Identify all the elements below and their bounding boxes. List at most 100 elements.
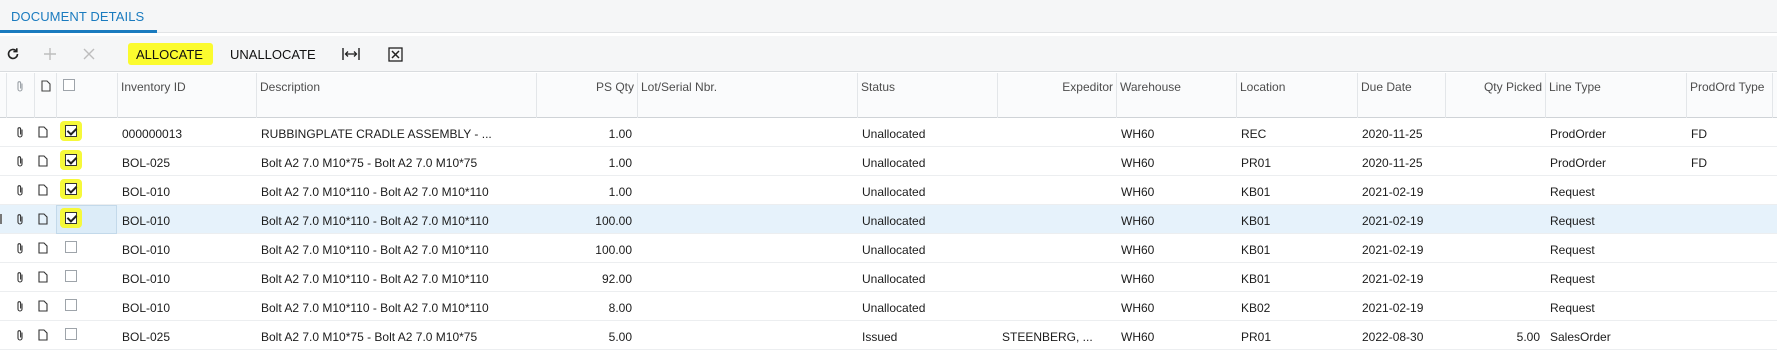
row-checkbox[interactable] bbox=[65, 125, 77, 137]
header-select-all[interactable] bbox=[56, 73, 117, 118]
row-select-cell[interactable] bbox=[60, 150, 82, 170]
cell-prodord-type[interactable] bbox=[1686, 263, 1772, 292]
cell-ps-qty[interactable]: 8.00 bbox=[536, 292, 637, 321]
table-row[interactable]: BOL-025 Bolt A2 7.0 M10*75 - Bolt A2 7.0 … bbox=[0, 321, 1777, 350]
note-icon[interactable] bbox=[36, 328, 50, 342]
row-checkbox[interactable] bbox=[65, 154, 77, 166]
paperclip-icon[interactable] bbox=[13, 299, 27, 313]
cell-location[interactable]: REC bbox=[1236, 118, 1357, 147]
tab-document-details[interactable]: DOCUMENT DETAILS bbox=[0, 0, 157, 33]
cell-status[interactable]: Unallocated bbox=[857, 176, 997, 205]
cell-description[interactable]: Bolt A2 7.0 M10*110 - Bolt A2 7.0 M10*11… bbox=[256, 205, 536, 234]
cell-lot-serial[interactable] bbox=[637, 176, 857, 205]
cell-description[interactable]: Bolt A2 7.0 M10*110 - Bolt A2 7.0 M10*11… bbox=[256, 292, 536, 321]
cell-ps-qty[interactable]: 1.00 bbox=[536, 176, 637, 205]
cell-prodord-type[interactable] bbox=[1686, 176, 1772, 205]
cell-inventory-id[interactable]: BOL-010 bbox=[117, 176, 256, 205]
paperclip-icon[interactable] bbox=[13, 154, 27, 168]
excel-export-icon[interactable] bbox=[385, 44, 405, 64]
cell-prodord-type[interactable] bbox=[1686, 205, 1772, 234]
cell-qty-picked[interactable] bbox=[1445, 205, 1545, 234]
note-icon[interactable] bbox=[36, 154, 50, 168]
cell-qty-picked[interactable] bbox=[1445, 263, 1545, 292]
cell-status[interactable]: Unallocated bbox=[857, 147, 997, 176]
cell-status[interactable]: Unallocated bbox=[857, 292, 997, 321]
cell-expeditor[interactable] bbox=[997, 147, 1116, 176]
header-prodord-type[interactable]: ProdOrd Type bbox=[1686, 73, 1772, 118]
cell-status[interactable]: Unallocated bbox=[857, 118, 997, 147]
cell-location[interactable]: PR01 bbox=[1236, 147, 1357, 176]
unallocate-button[interactable]: UNALLOCATE bbox=[222, 43, 324, 65]
header-expeditor[interactable]: Expeditor bbox=[997, 73, 1116, 118]
row-select-cell[interactable] bbox=[60, 179, 82, 199]
cell-ps-qty[interactable]: 1.00 bbox=[536, 147, 637, 176]
cell-description[interactable]: Bolt A2 7.0 M10*75 - Bolt A2 7.0 M10*75 bbox=[256, 321, 536, 350]
cell-inventory-id[interactable]: BOL-010 bbox=[117, 263, 256, 292]
row-checkbox[interactable] bbox=[65, 183, 77, 195]
header-lot-serial[interactable]: Lot/Serial Nbr. bbox=[637, 73, 857, 118]
cell-qty-picked[interactable] bbox=[1445, 292, 1545, 321]
cell-line-type[interactable]: Request bbox=[1545, 263, 1686, 292]
paperclip-icon[interactable] bbox=[13, 183, 27, 197]
cell-line-type[interactable]: Request bbox=[1545, 176, 1686, 205]
cell-status[interactable]: Unallocated bbox=[857, 234, 997, 263]
cell-expeditor[interactable] bbox=[997, 176, 1116, 205]
row-select-cell[interactable] bbox=[60, 295, 82, 315]
plus-icon[interactable] bbox=[40, 44, 60, 64]
cell-warehouse[interactable]: WH60 bbox=[1116, 118, 1236, 147]
row-select-cell[interactable] bbox=[60, 208, 82, 228]
cell-warehouse[interactable]: WH60 bbox=[1116, 292, 1236, 321]
header-status[interactable]: Status bbox=[857, 73, 997, 118]
cell-inventory-id[interactable]: BOL-010 bbox=[117, 205, 256, 234]
cell-ps-qty[interactable]: 100.00 bbox=[536, 205, 637, 234]
cell-location[interactable]: KB01 bbox=[1236, 205, 1357, 234]
note-icon[interactable] bbox=[36, 299, 50, 313]
note-icon[interactable] bbox=[36, 212, 50, 226]
note-icon[interactable] bbox=[36, 270, 50, 284]
cell-lot-serial[interactable] bbox=[637, 263, 857, 292]
cell-expeditor[interactable] bbox=[997, 263, 1116, 292]
cell-line-type[interactable]: SalesOrder bbox=[1545, 321, 1686, 350]
header-qty-picked[interactable]: Qty Picked bbox=[1445, 73, 1545, 118]
cell-description[interactable]: Bolt A2 7.0 M10*110 - Bolt A2 7.0 M10*11… bbox=[256, 263, 536, 292]
header-inventory-id[interactable]: Inventory ID bbox=[117, 73, 256, 118]
cell-description[interactable]: RUBBINGPLATE CRADLE ASSEMBLY - ... bbox=[256, 118, 536, 147]
row-select-cell[interactable] bbox=[60, 266, 82, 286]
table-row[interactable]: BOL-010 Bolt A2 7.0 M10*110 - Bolt A2 7.0… bbox=[0, 234, 1777, 263]
cell-ps-qty[interactable]: 92.00 bbox=[536, 263, 637, 292]
cell-due-date[interactable]: 2021-02-19 bbox=[1357, 234, 1445, 263]
cell-prodord-type[interactable] bbox=[1686, 292, 1772, 321]
cell-qty-picked[interactable] bbox=[1445, 118, 1545, 147]
table-row[interactable]: BOL-010 Bolt A2 7.0 M10*110 - Bolt A2 7.0… bbox=[0, 205, 1777, 234]
cell-warehouse[interactable]: WH60 bbox=[1116, 147, 1236, 176]
row-checkbox[interactable] bbox=[65, 241, 77, 253]
header-due-date[interactable]: Due Date bbox=[1357, 73, 1445, 118]
cell-expeditor[interactable] bbox=[997, 118, 1116, 147]
cell-location[interactable]: KB02 bbox=[1236, 292, 1357, 321]
cell-status[interactable]: Issued bbox=[857, 321, 997, 350]
cell-warehouse[interactable]: WH60 bbox=[1116, 234, 1236, 263]
cell-qty-picked[interactable] bbox=[1445, 147, 1545, 176]
paperclip-icon[interactable] bbox=[13, 241, 27, 255]
paperclip-icon[interactable] bbox=[13, 125, 27, 139]
cell-ps-qty[interactable]: 1.00 bbox=[536, 118, 637, 147]
cell-prodord-type[interactable] bbox=[1686, 234, 1772, 263]
cell-prodord-type[interactable] bbox=[1686, 321, 1772, 350]
header-attachment[interactable] bbox=[6, 73, 34, 118]
row-checkbox[interactable] bbox=[65, 270, 77, 282]
note-icon[interactable] bbox=[36, 183, 50, 197]
cell-location[interactable]: KB01 bbox=[1236, 234, 1357, 263]
refresh-icon[interactable] bbox=[3, 44, 23, 64]
cell-status[interactable]: Unallocated bbox=[857, 205, 997, 234]
row-select-cell[interactable] bbox=[60, 324, 82, 344]
cell-expeditor[interactable] bbox=[997, 234, 1116, 263]
cell-location[interactable]: KB01 bbox=[1236, 263, 1357, 292]
cell-inventory-id[interactable]: BOL-025 bbox=[117, 321, 256, 350]
cell-line-type[interactable]: Request bbox=[1545, 292, 1686, 321]
cell-description[interactable]: Bolt A2 7.0 M10*75 - Bolt A2 7.0 M10*75 bbox=[256, 147, 536, 176]
table-row[interactable]: BOL-010 Bolt A2 7.0 M10*110 - Bolt A2 7.0… bbox=[0, 263, 1777, 292]
table-row[interactable]: BOL-025 Bolt A2 7.0 M10*75 - Bolt A2 7.0 … bbox=[0, 147, 1777, 176]
header-line-type[interactable]: Line Type bbox=[1545, 73, 1686, 118]
cell-description[interactable]: Bolt A2 7.0 M10*110 - Bolt A2 7.0 M10*11… bbox=[256, 234, 536, 263]
cell-expeditor[interactable] bbox=[997, 205, 1116, 234]
